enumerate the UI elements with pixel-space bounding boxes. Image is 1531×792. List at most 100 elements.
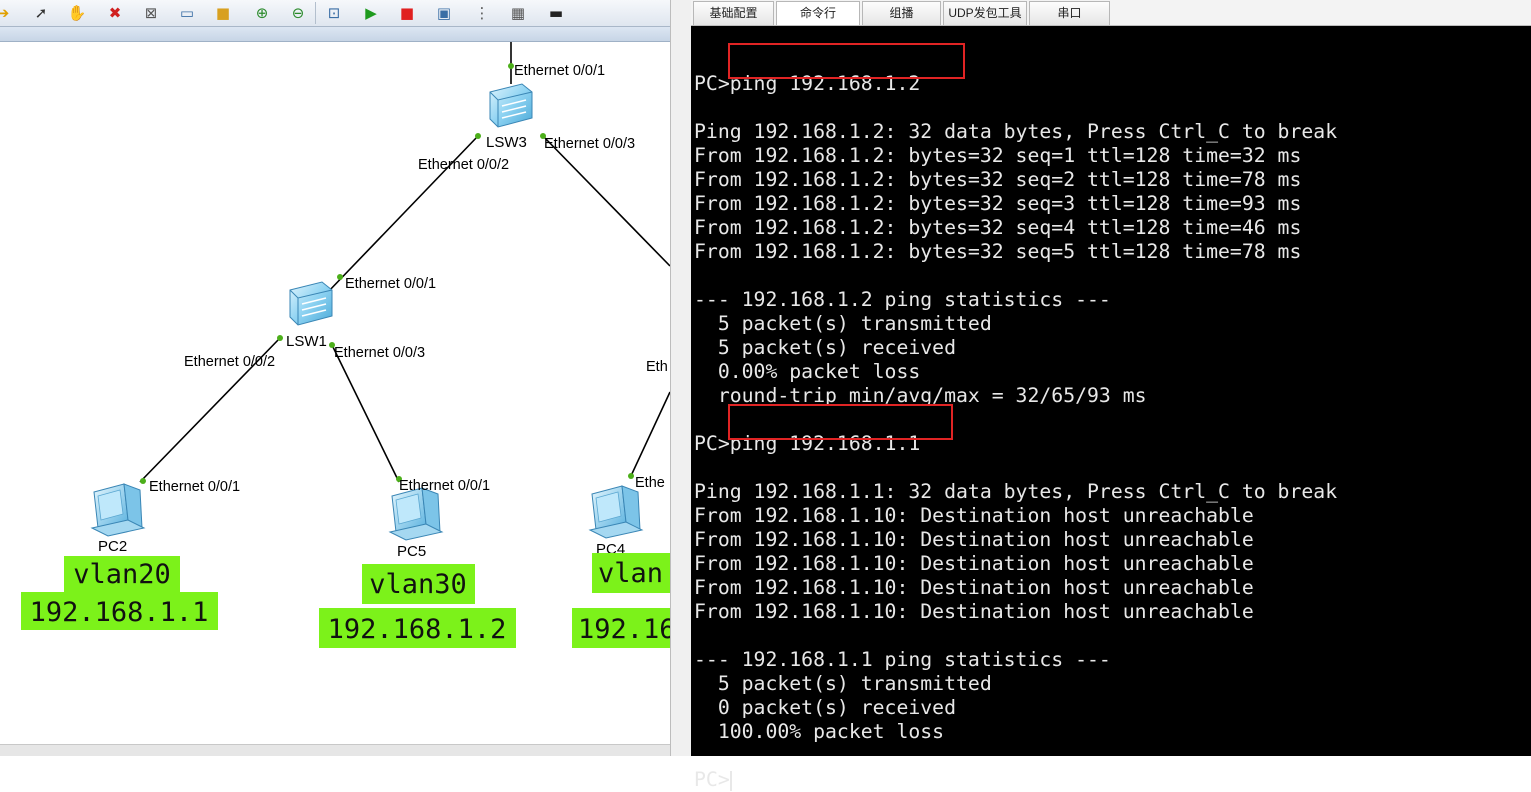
zoom-out-icon[interactable]: ⊖ <box>287 2 309 24</box>
link-lsw1-pc5[interactable] <box>331 344 400 483</box>
terminal-line: 0 packet(s) received <box>694 696 957 719</box>
terminal-line: From 192.168.1.2: bytes=32 seq=2 ttl=128… <box>694 168 1302 191</box>
terminal-line: 0.00% packet loss <box>694 360 921 383</box>
terminal-line: From 192.168.1.2: bytes=32 seq=1 ttl=128… <box>694 144 1302 167</box>
terminal-line: Ping 192.168.1.1: 32 data bytes, Press C… <box>694 480 1338 503</box>
fit-icon[interactable]: ⊡ <box>323 2 345 24</box>
toolbar-ribbon <box>0 27 670 42</box>
port-label: Ethernet 0/0/1 <box>514 63 605 79</box>
grid-icon[interactable]: ▦ <box>507 2 529 24</box>
device-label: LSW3 <box>486 134 527 151</box>
stop-icon[interactable]: ■ <box>396 2 418 24</box>
port-label: Ethernet 0/0/3 <box>334 345 425 361</box>
topology-icon[interactable]: ⋮ <box>471 2 493 24</box>
toolbar: ➔ ➚ ✋ ✖ ⊠ ▭ ■ ⊕ ⊖ ⊡ ▶ ■ ▣ ⋮ ▦ ▬ <box>0 0 670 27</box>
pane-splitter[interactable] <box>670 0 692 756</box>
port-label: Ethernet 0/0/1 <box>345 276 436 292</box>
delete-link-icon[interactable]: ⊠ <box>140 2 162 24</box>
ip-label[interactable]: 192.168.1.2 <box>328 614 507 645</box>
text-note-icon[interactable]: ▭ <box>176 2 198 24</box>
port-label: Ethernet 0/0/2 <box>418 157 509 173</box>
port-dot <box>475 133 481 139</box>
terminal-line: From 192.168.1.10: Destination host unre… <box>694 552 1254 575</box>
terminal-line: PC> <box>694 768 732 791</box>
terminal-line: 100.00% packet loss <box>694 720 945 743</box>
terminal-line: --- 192.168.1.1 ping statistics --- <box>694 648 1111 671</box>
delete-icon[interactable]: ✖ <box>104 2 126 24</box>
pc-icon <box>588 485 644 539</box>
tab-serial[interactable]: 串口 <box>1029 1 1110 25</box>
terminal-line: From 192.168.1.10: Destination host unre… <box>694 576 1254 599</box>
switch-icon <box>289 281 333 326</box>
links <box>139 42 670 483</box>
port-label: Ethernet 0/0/3 <box>544 136 635 152</box>
annotations: vlan20 192.168.1.1 vlan30 192.168.1.2 vl… <box>21 553 670 648</box>
start-icon[interactable]: ▶ <box>360 2 382 24</box>
terminal-line: From 192.168.1.10: Destination host unre… <box>694 504 1254 527</box>
console-icon[interactable]: ▬ <box>545 2 567 24</box>
pc-pc5[interactable]: PC5 <box>388 487 444 560</box>
terminal-line: 5 packet(s) received <box>694 336 957 359</box>
switch-icon <box>489 83 533 128</box>
capture-icon[interactable]: ▣ <box>433 2 455 24</box>
terminal-line: From 192.168.1.10: Destination host unre… <box>694 528 1254 551</box>
highlight-box <box>728 404 953 440</box>
pc-pc4[interactable]: PC4 <box>588 485 644 558</box>
port-dot <box>628 473 634 479</box>
zoom-in-icon[interactable]: ⊕ <box>251 2 273 24</box>
port-dot <box>277 335 283 341</box>
port-dot <box>140 478 146 484</box>
arrow-right-icon[interactable]: ➔ <box>0 2 14 24</box>
hand-icon[interactable]: ✋ <box>66 2 88 24</box>
terminal-line: 5 packet(s) transmitted <box>694 672 992 695</box>
text-cursor <box>729 770 732 791</box>
vlan-label[interactable]: vlan20 <box>73 559 171 590</box>
device-label: LSW1 <box>286 333 327 350</box>
rectangle-icon[interactable]: ■ <box>212 2 234 24</box>
port-dots <box>140 63 634 484</box>
switch-lsw3[interactable]: LSW3 <box>486 83 533 151</box>
terminal-line: --- 192.168.1.2 ping statistics --- <box>694 288 1111 311</box>
pc-icon <box>90 483 146 537</box>
tab-basic-config[interactable]: 基础配置 <box>693 1 774 25</box>
port-label: Ethernet 0/0/1 <box>149 479 240 495</box>
vlan-label[interactable]: vlan <box>598 558 663 589</box>
device-label: PC5 <box>397 543 426 560</box>
horizontal-scrollbar[interactable] <box>0 744 670 756</box>
topology-pane: ➔ ➚ ✋ ✖ ⊠ ▭ ■ ⊕ ⊖ ⊡ ▶ ■ ▣ ⋮ ▦ ▬ LSW3 LSW… <box>0 0 670 756</box>
tab-command-line[interactable]: 命令行 <box>776 1 860 25</box>
topology-canvas: LSW3 LSW1 PC2 PC5 PC4 Ethernet 0/0/1 Eth… <box>21 42 670 648</box>
terminal-line: Ping 192.168.1.2: 32 data bytes, Press C… <box>694 120 1338 143</box>
tab-bar: 基础配置 命令行 组播 UDP发包工具 串口 <box>691 0 1531 26</box>
tab-udp-tool[interactable]: UDP发包工具 <box>943 1 1027 25</box>
terminal-line: From 192.168.1.2: bytes=32 seq=4 ttl=128… <box>694 216 1302 239</box>
console-window: 基础配置 命令行 组播 UDP发包工具 串口 PC>ping 192.168.1… <box>691 0 1531 791</box>
ip-label[interactable]: 192.168.1.1 <box>30 597 209 628</box>
port-label: Ethe <box>635 475 665 491</box>
vlan-label[interactable]: vlan30 <box>369 569 467 600</box>
tab-multicast[interactable]: 组播 <box>862 1 941 25</box>
port-labels: Ethernet 0/0/1 Ethernet 0/0/2 Ethernet 0… <box>149 63 668 495</box>
terminal-line: From 192.168.1.2: bytes=32 seq=5 ttl=128… <box>694 240 1302 263</box>
pointer-icon[interactable]: ➚ <box>30 2 52 24</box>
terminal-line: 5 packet(s) transmitted <box>694 312 992 335</box>
port-label: Ethernet 0/0/2 <box>184 354 275 370</box>
terminal-line: From 192.168.1.2: bytes=32 seq=3 ttl=128… <box>694 192 1302 215</box>
port-label: Eth <box>646 359 668 375</box>
switch-lsw1[interactable]: LSW1 <box>286 281 333 350</box>
ip-label[interactable]: 192.16 <box>578 614 670 645</box>
terminal-line: From 192.168.1.10: Destination host unre… <box>694 600 1254 623</box>
toolbar-separator <box>315 2 316 24</box>
device-label: PC2 <box>98 538 127 555</box>
port-label: Ethernet 0/0/1 <box>399 478 490 494</box>
link-lsw3-right[interactable] <box>542 135 670 267</box>
link-pc4[interactable] <box>629 391 670 479</box>
port-dot <box>337 274 343 280</box>
highlight-box <box>728 43 965 79</box>
pc-pc2[interactable]: PC2 <box>90 483 146 555</box>
